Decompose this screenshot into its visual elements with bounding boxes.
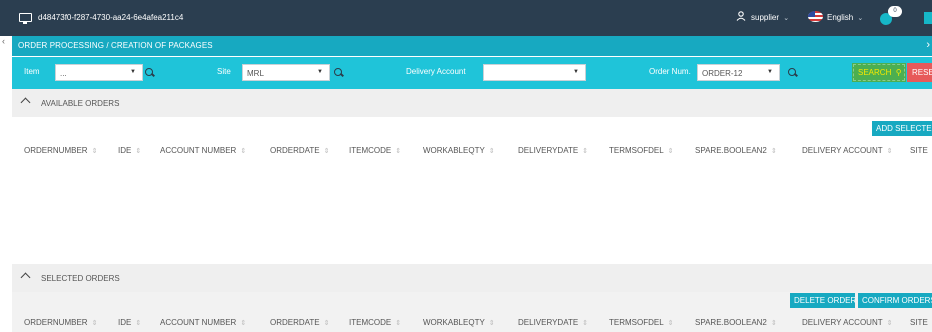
column-header[interactable]: DELIVERYDATE ⇕ — [518, 318, 588, 327]
column-header[interactable]: ORDERDATE ⇕ — [270, 318, 330, 327]
column-header[interactable]: DELIVERY ACCOUNT ⇕ — [802, 318, 893, 327]
user-icon — [736, 11, 746, 21]
site-value: MRL — [247, 69, 264, 78]
dropdown-arrow-icon: ▼ — [573, 69, 579, 75]
search-button-label: SEARCH — [858, 68, 892, 77]
column-header[interactable]: ITEMCODE ⇕ — [349, 146, 401, 155]
top-bar: d48473f0-f287-4730-aa24-6e4afea211c4 sup… — [0, 0, 932, 36]
column-header[interactable]: ACCOUNT NUMBER ⇕ — [160, 318, 246, 327]
column-header[interactable]: ORDERDATE ⇕ — [270, 146, 330, 155]
flag-icon — [808, 11, 823, 22]
language-label: English — [827, 13, 854, 22]
column-header[interactable]: ITEMCODE ⇕ — [349, 318, 401, 327]
notification-badge: 0 — [888, 6, 902, 17]
search-icon[interactable] — [788, 68, 796, 76]
chevron-up-icon — [20, 97, 31, 108]
column-header[interactable]: TERMSOFDEL ⇕ — [609, 146, 674, 155]
available-orders-title: AVAILABLE ORDERS — [41, 99, 120, 108]
column-header[interactable]: DELIVERY ACCOUNT ⇕ — [802, 146, 893, 155]
chevron-down-icon: ⌄ — [855, 15, 864, 22]
available-orders-header[interactable]: AVAILABLE ORDERS — [12, 89, 932, 117]
user-menu[interactable]: supplier ⌄ — [751, 13, 789, 22]
user-name: supplier — [751, 13, 780, 22]
dropdown-arrow-icon: ▼ — [767, 69, 773, 75]
site-select[interactable]: MRL ▼ — [242, 64, 330, 81]
delete-order-button[interactable]: DELETE ORDER — [790, 293, 855, 308]
order-num-label: Order Num. — [649, 67, 691, 76]
column-header[interactable]: SITE — [910, 146, 928, 155]
reset-button[interactable]: RESET — [907, 63, 932, 82]
delivery-account-label: Delivery Account — [406, 67, 466, 76]
chevron-left-icon[interactable]: ‹ — [2, 36, 5, 46]
search-icon: ⚲ — [893, 68, 902, 77]
column-header[interactable]: SPARE.BOOLEAN2 ⇕ — [695, 318, 777, 327]
confirm-orders-button[interactable]: CONFIRM ORDERS — [858, 293, 932, 308]
column-header[interactable]: WORKABLEQTY ⇕ — [423, 318, 495, 327]
available-orders-columns: ORDERNUMBER ⇕ IDE ⇕ ACCOUNT NUMBER ⇕ ORDERD… — [12, 141, 932, 161]
add-selected-button[interactable]: ADD SELECTED — [872, 121, 932, 136]
title-bar: ORDER PROCESSING / CREATION OF PACKAGES … — [12, 36, 932, 56]
delivery-account-select[interactable]: ▼ — [483, 64, 586, 81]
column-header[interactable]: WORKABLEQTY ⇕ — [423, 146, 495, 155]
column-header[interactable]: SITE — [910, 318, 928, 327]
column-header[interactable]: ORDERNUMBER ⇕ — [24, 318, 97, 327]
language-menu[interactable]: English ⌄ — [827, 13, 863, 22]
dropdown-arrow-icon: ▼ — [130, 69, 136, 75]
filter-bar: Item ... ▼ Site MRL ▼ Delivery Account ▼… — [12, 57, 932, 89]
column-header[interactable]: ORDERNUMBER ⇕ — [24, 146, 97, 155]
item-select[interactable]: ... ▼ — [55, 64, 143, 81]
search-button[interactable]: SEARCH ⚲ — [852, 63, 906, 82]
selected-orders-columns: ORDERNUMBER ⇕ IDE ⇕ ACCOUNT NUMBER ⇕ ORDERD… — [12, 313, 932, 332]
dropdown-arrow-icon: ▼ — [317, 69, 323, 75]
chevron-down-icon: ⌄ — [781, 15, 790, 22]
monitor-icon — [19, 13, 32, 24]
column-header[interactable]: TERMSOFDEL ⇕ — [609, 318, 674, 327]
collapse-icon[interactable]: › — [926, 39, 930, 51]
page-title: ORDER PROCESSING / CREATION OF PACKAGES — [18, 41, 213, 50]
column-header[interactable]: ACCOUNT NUMBER ⇕ — [160, 146, 246, 155]
item-label: Item — [24, 67, 40, 76]
item-value: ... — [60, 69, 67, 78]
search-icon[interactable] — [145, 68, 153, 76]
chevron-up-icon — [20, 272, 31, 283]
site-label: Site — [217, 67, 231, 76]
order-num-select[interactable]: ORDER-12 ▼ — [697, 64, 780, 81]
selected-orders-title: SELECTED ORDERS — [41, 274, 120, 283]
order-num-value: ORDER-12 — [702, 69, 743, 78]
search-icon[interactable] — [334, 68, 342, 76]
column-header[interactable]: IDE ⇕ — [118, 318, 141, 327]
column-header[interactable]: DELIVERYDATE ⇕ — [518, 146, 588, 155]
session-id: d48473f0-f287-4730-aa24-6e4afea211c4 — [38, 13, 184, 22]
column-header[interactable]: IDE ⇕ — [118, 146, 141, 155]
column-header[interactable]: SPARE.BOOLEAN2 ⇕ — [695, 146, 777, 155]
selected-orders-header[interactable]: SELECTED ORDERS — [12, 264, 932, 292]
panel-icon[interactable] — [924, 12, 932, 24]
